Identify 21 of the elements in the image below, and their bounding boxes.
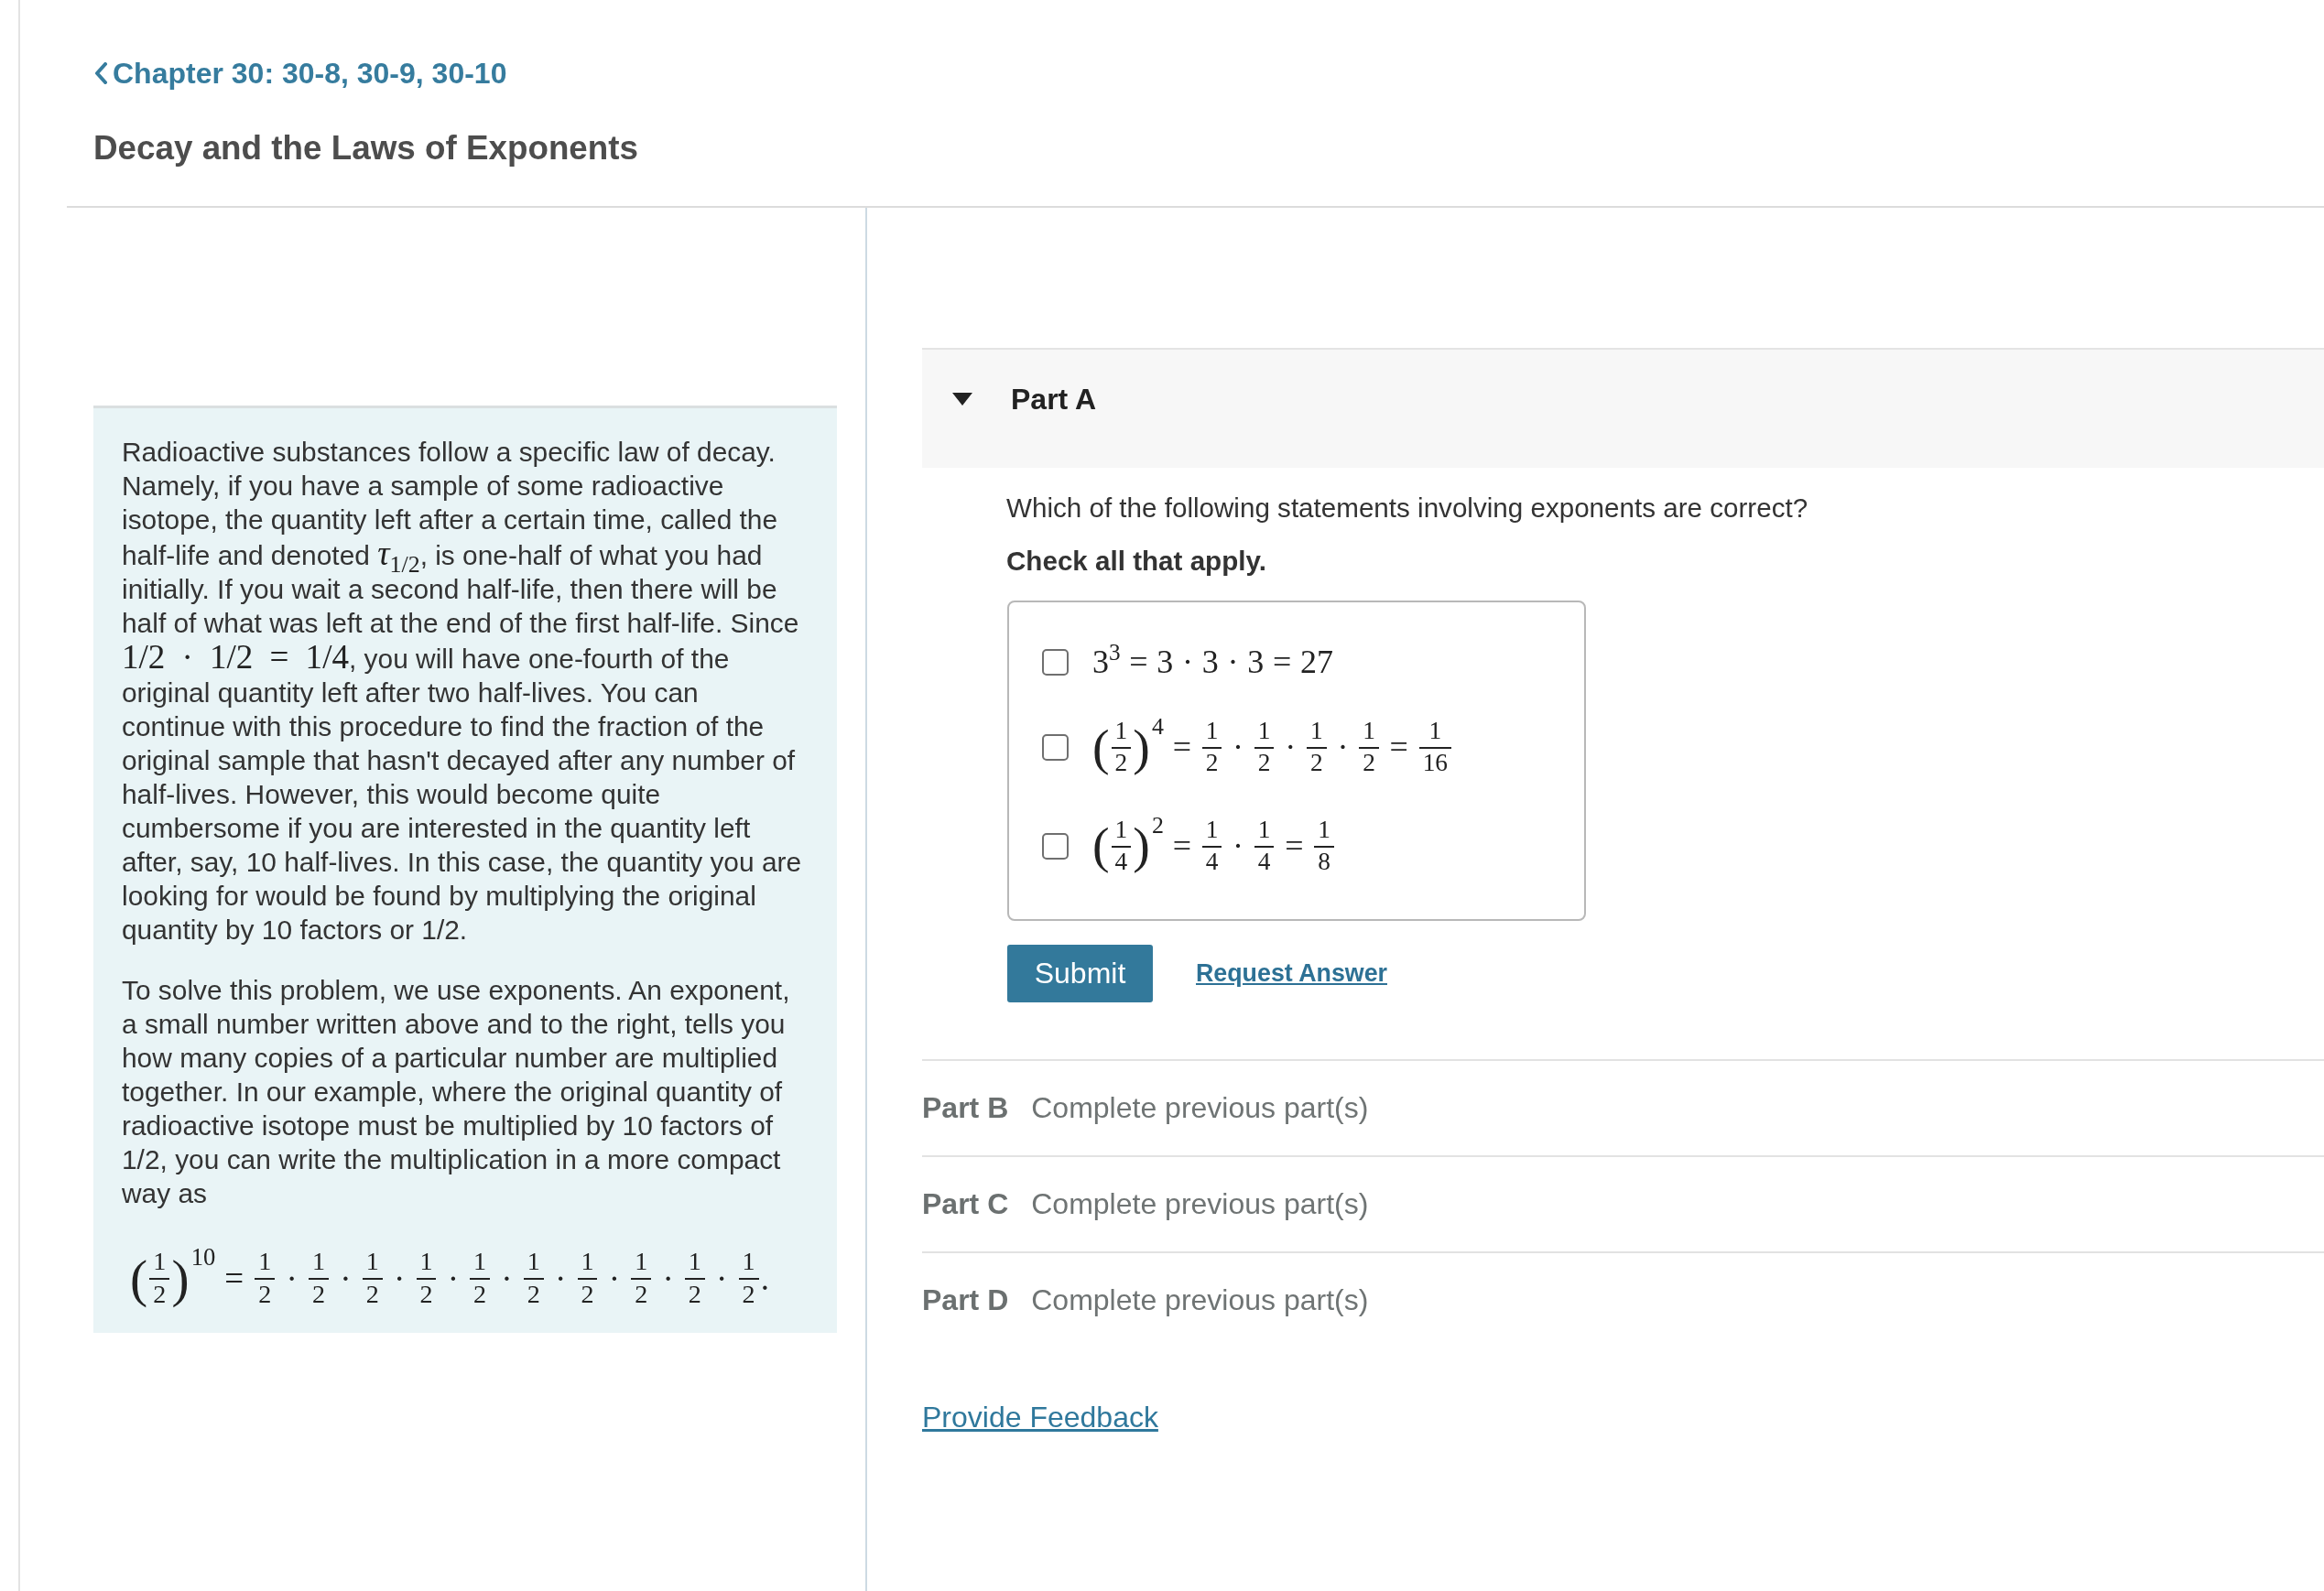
checkbox[interactable] bbox=[1042, 832, 1069, 860]
page-title: Decay and the Laws of Exponents bbox=[93, 130, 639, 167]
request-answer-link[interactable]: Request Answer bbox=[1196, 958, 1387, 988]
part-label: Part C bbox=[922, 1186, 1009, 1223]
feedback-link[interactable]: Provide Feedback bbox=[922, 1398, 1158, 1435]
checkbox[interactable] bbox=[1042, 648, 1069, 676]
submit-button[interactable]: Submit bbox=[1007, 944, 1153, 1002]
part-status: Complete previous part(s) bbox=[1031, 1186, 1369, 1223]
instruction-text: Check all that apply. bbox=[1006, 545, 1266, 578]
checkbox[interactable] bbox=[1042, 733, 1069, 761]
part-toggle[interactable]: Part A bbox=[922, 348, 2324, 468]
back-link[interactable]: Chapter 30: 30-8, 30-9, 30-10 bbox=[93, 55, 507, 92]
intro-paragraph: Radioactive substances follow a specific law of decay. Namely, if you have a sample of some radioactive isotope, the quantity left after a certain time, called the half-life and denoted τ$_{1/2}$, is one-half of what you had initially. If you wait a second half-life, then there will be half of what was left at the end of the first half-life. Since 1/2 · 1/2 = 1/4, you will have one-fourth of the original quantity left after two half-lives. You can continue with this procedure to find the fraction of the original sample that hasn't decayed after any number of half-lives. However, this would become quite cumbersome if you are interested in the quantity left after, say, 10 half-lives. In this case, the quantity you are looking for would be found by multiplying the original quantity by 10 factors or 1/2. bbox=[122, 436, 803, 947]
intro-paragraph: To solve this problem, we use exponents. An exponent, a small number written above and to the right, tells you how many copies of a particular number are multiplied together. In our example, where the original quantity of radioactive isotope must be multiplied by 10 factors of 1/2, you can write the multiplication in a more compact way as bbox=[122, 974, 791, 1210]
chevron-left-icon bbox=[93, 62, 108, 84]
question-text: Which of the following statements involving exponents are correct? bbox=[1006, 492, 1808, 525]
part-status: Complete previous part(s) bbox=[1031, 1283, 1369, 1319]
part-status: Complete previous part(s) bbox=[1031, 1090, 1369, 1127]
option-equation: 3$^{3}$ = 3 · 3 · 3 = 27 bbox=[1092, 645, 1333, 678]
part-label: Part D bbox=[922, 1283, 1009, 1319]
part-label: Part B bbox=[922, 1090, 1009, 1127]
